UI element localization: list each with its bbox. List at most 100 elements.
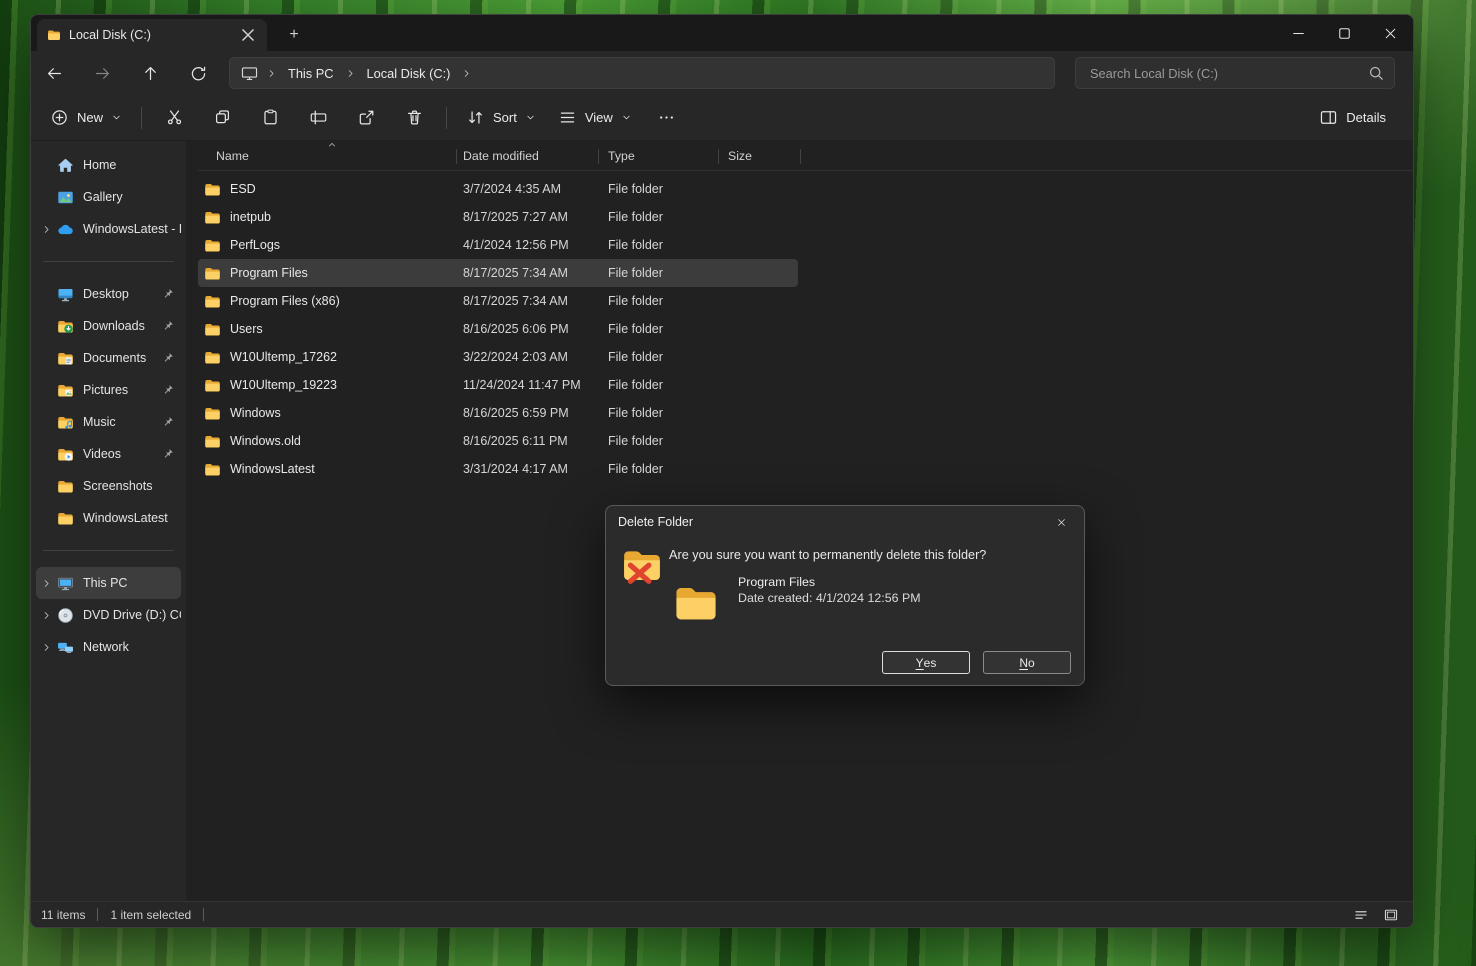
- up-button[interactable]: [133, 58, 167, 88]
- file-date-modified: 8/16/2025 6:06 PM: [463, 315, 569, 343]
- forward-button[interactable]: [85, 58, 119, 88]
- column-header-date-modified[interactable]: Date modified: [463, 149, 539, 163]
- explorer-tab[interactable]: Local Disk (C:): [37, 19, 267, 51]
- file-row-w10ultemp-19223[interactable]: W10Ultemp_1922311/24/2024 11:47 PMFile f…: [198, 371, 798, 399]
- file-name-cell: W10Ultemp_17262: [204, 343, 337, 371]
- sidebar-item-label: Documents: [83, 351, 162, 365]
- file-row-windows-old[interactable]: Windows.old8/16/2025 6:11 PMFile folder: [198, 427, 798, 455]
- chevron-right-icon[interactable]: [39, 576, 54, 591]
- delete-button[interactable]: [395, 101, 433, 135]
- paste-button[interactable]: [251, 101, 289, 135]
- new-tab-button[interactable]: +: [283, 24, 305, 46]
- file-row-users[interactable]: Users8/16/2025 6:06 PMFile folder: [198, 315, 798, 343]
- back-button[interactable]: [37, 58, 71, 88]
- column-separator[interactable]: [800, 149, 801, 164]
- thumbnail-view-icon: [1383, 907, 1399, 923]
- close-button[interactable]: [1367, 15, 1413, 51]
- pin-icon: [162, 320, 174, 332]
- sidebar-item-screenshots[interactable]: Screenshots: [36, 470, 181, 502]
- cut-icon: [165, 108, 184, 127]
- details-view-icon: [1353, 907, 1369, 923]
- details-view-toggle[interactable]: [1349, 905, 1373, 925]
- column-header-name[interactable]: Name: [216, 149, 249, 163]
- chevron-spacer: [39, 479, 54, 494]
- copy-button[interactable]: [203, 101, 241, 135]
- pin-icon: [162, 416, 174, 428]
- dialog-no-button[interactable]: No: [983, 651, 1071, 674]
- folder-icon: [204, 461, 221, 478]
- file-name: ESD: [230, 182, 256, 196]
- videos-icon: [57, 446, 74, 463]
- sidebar-item-windowslatest[interactable]: WindowsLatest: [36, 502, 181, 534]
- more-options-button[interactable]: [648, 101, 686, 135]
- file-name: W10Ultemp_17262: [230, 350, 337, 364]
- column-separator[interactable]: [718, 149, 719, 164]
- rename-button[interactable]: [299, 101, 337, 135]
- chevron-right-icon[interactable]: [39, 640, 54, 655]
- sidebar-item-label: Home: [83, 158, 181, 172]
- sidebar-item-home[interactable]: Home: [36, 149, 181, 181]
- dialog-item-name: Program Files: [738, 575, 815, 589]
- file-row-perflogs[interactable]: PerfLogs4/1/2024 12:56 PMFile folder: [198, 231, 798, 259]
- breadcrumb-local-disk[interactable]: Local Disk (C:): [363, 64, 455, 83]
- dialog-yes-button[interactable]: Yes: [882, 651, 970, 674]
- chevron-right-icon[interactable]: [39, 608, 54, 623]
- sidebar-item-dvd-drive-d-ccc[interactable]: DVD Drive (D:) CCC: [36, 599, 181, 631]
- view-button[interactable]: View: [547, 101, 643, 135]
- dialog-close-button[interactable]: [1044, 510, 1078, 534]
- folder-icon: [57, 478, 74, 495]
- column-separator[interactable]: [598, 149, 599, 164]
- chevron-spacer: [39, 158, 54, 173]
- plus-icon: [50, 108, 69, 127]
- maximize-button[interactable]: [1321, 15, 1367, 51]
- refresh-button[interactable]: [181, 58, 215, 88]
- new-button[interactable]: New: [39, 101, 133, 135]
- file-date-modified: 8/17/2025 7:34 AM: [463, 287, 568, 315]
- column-header-size[interactable]: Size: [728, 149, 752, 163]
- sidebar-item-pictures[interactable]: Pictures: [36, 374, 181, 406]
- details-pane-button[interactable]: Details: [1308, 101, 1397, 135]
- file-name: Program Files: [230, 266, 308, 280]
- file-type: File folder: [608, 259, 663, 287]
- file-date-modified: 8/17/2025 7:27 AM: [463, 203, 568, 231]
- sidebar-item-windowslatest-pe[interactable]: WindowsLatest - Pe: [36, 213, 181, 245]
- file-row-w10ultemp-17262[interactable]: W10Ultemp_172623/22/2024 2:03 AMFile fol…: [198, 343, 798, 371]
- up-icon: [141, 64, 160, 83]
- breadcrumb-this-pc[interactable]: This PC: [284, 64, 338, 83]
- tab-close-icon[interactable]: [237, 24, 259, 46]
- sidebar-item-documents[interactable]: Documents: [36, 342, 181, 374]
- file-row-windowslatest[interactable]: WindowsLatest3/31/2024 4:17 AMFile folde…: [198, 455, 798, 483]
- sidebar-item-desktop[interactable]: Desktop: [36, 278, 181, 310]
- sidebar-item-gallery[interactable]: Gallery: [36, 181, 181, 213]
- sort-ascending-icon: [326, 140, 338, 150]
- search-box[interactable]: [1075, 57, 1395, 89]
- sidebar-item-this-pc[interactable]: This PC: [36, 567, 181, 599]
- sort-button[interactable]: Sort: [455, 101, 547, 135]
- folder-icon: [204, 321, 221, 338]
- thumbnail-view-toggle[interactable]: [1379, 905, 1403, 925]
- file-row-esd[interactable]: ESD3/7/2024 4:35 AMFile folder: [198, 175, 798, 203]
- column-separator[interactable]: [456, 149, 457, 164]
- file-type: File folder: [608, 343, 663, 371]
- sidebar-item-music[interactable]: Music: [36, 406, 181, 438]
- sidebar-item-downloads[interactable]: Downloads: [36, 310, 181, 342]
- paste-icon: [261, 108, 280, 127]
- close-icon: [1381, 24, 1400, 43]
- search-input[interactable]: [1088, 65, 1367, 82]
- share-button[interactable]: [347, 101, 385, 135]
- column-header-type[interactable]: Type: [608, 149, 635, 163]
- pin-icon: [162, 352, 174, 364]
- breadcrumb[interactable]: This PC Local Disk (C:): [229, 57, 1055, 89]
- file-name-cell: W10Ultemp_19223: [204, 371, 337, 399]
- cut-button[interactable]: [155, 101, 193, 135]
- minimize-button[interactable]: [1275, 15, 1321, 51]
- sidebar-item-videos[interactable]: Videos: [36, 438, 181, 470]
- sidebar-item-network[interactable]: Network: [36, 631, 181, 663]
- file-type: File folder: [608, 315, 663, 343]
- chevron-right-icon[interactable]: [39, 222, 54, 237]
- file-row-inetpub[interactable]: inetpub8/17/2025 7:27 AMFile folder: [198, 203, 798, 231]
- file-row-program-files[interactable]: Program Files8/17/2025 7:34 AMFile folde…: [198, 259, 798, 287]
- file-row-program-files-x86[interactable]: Program Files (x86)8/17/2025 7:34 AMFile…: [198, 287, 798, 315]
- folder-icon: [204, 265, 221, 282]
- file-row-windows[interactable]: Windows8/16/2025 6:59 PMFile folder: [198, 399, 798, 427]
